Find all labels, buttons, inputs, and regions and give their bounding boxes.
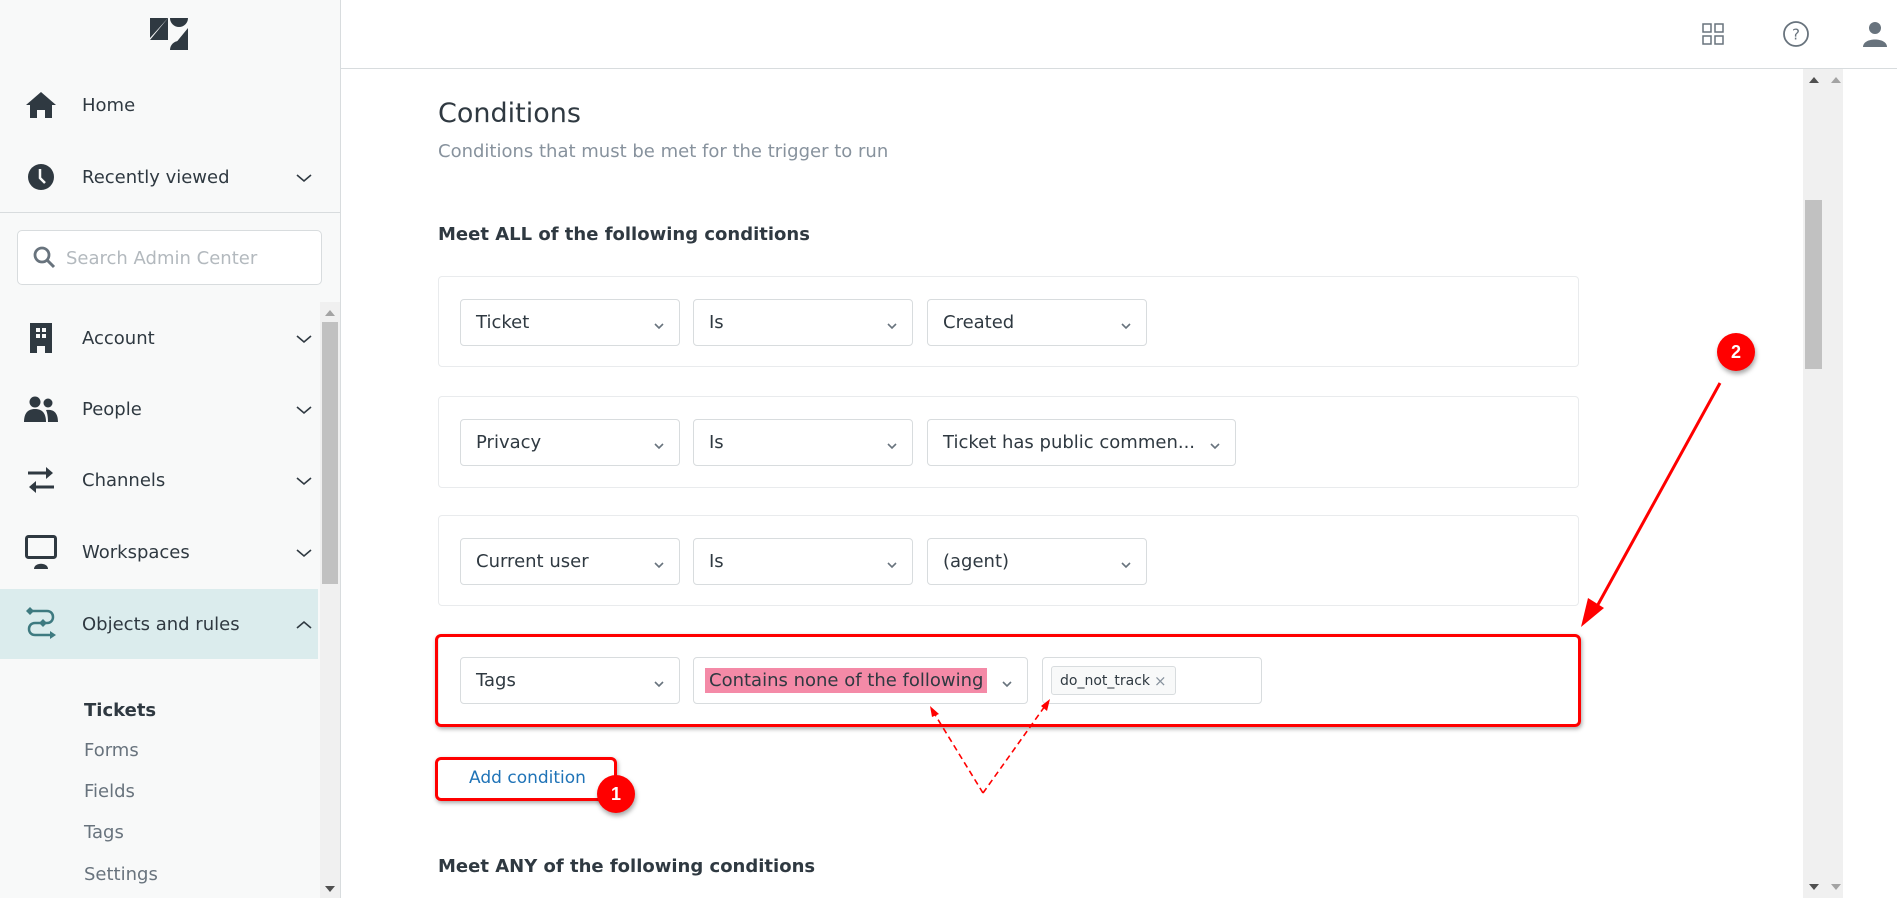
annotation-badge-2: 2 bbox=[1717, 333, 1755, 371]
chevron-down-icon bbox=[653, 317, 665, 330]
sidebar-subitem-forms[interactable]: Forms bbox=[84, 740, 139, 761]
monitor-icon bbox=[24, 535, 58, 569]
sidebar-item-people[interactable]: People bbox=[0, 374, 318, 444]
search-icon bbox=[32, 245, 56, 273]
svg-text:?: ? bbox=[1792, 26, 1800, 44]
select-value: Current user bbox=[476, 551, 589, 572]
sidebar-scrollbar[interactable] bbox=[320, 302, 340, 898]
sidebar: Home Recently viewed Account People bbox=[0, 0, 341, 898]
chevron-down-icon bbox=[296, 402, 312, 416]
scroll-down-arrow[interactable] bbox=[325, 886, 335, 892]
condition-row: Ticket Is Created bbox=[438, 276, 1579, 367]
building-icon bbox=[24, 321, 58, 355]
condition-field-select[interactable]: Current user bbox=[460, 538, 680, 585]
condition-row: Current user Is (agent) bbox=[438, 515, 1579, 606]
chevron-up-icon bbox=[296, 617, 312, 631]
scrollbar-thumb[interactable] bbox=[1805, 200, 1822, 369]
page-subtitle: Conditions that must be met for the trig… bbox=[438, 141, 889, 162]
arrows-swap-icon bbox=[24, 463, 58, 497]
condition-row: Privacy Is Ticket has public commen... bbox=[438, 396, 1579, 488]
sidebar-item-label: Objects and rules bbox=[82, 613, 240, 635]
select-value: Is bbox=[709, 312, 724, 333]
sidebar-item-label: Account bbox=[82, 327, 155, 349]
chevron-down-icon bbox=[886, 556, 898, 569]
search-box[interactable] bbox=[17, 230, 322, 285]
sidebar-item-label: Workspaces bbox=[82, 541, 190, 563]
condition-value-select[interactable]: (agent) bbox=[927, 538, 1147, 585]
sidebar-item-label: Home bbox=[82, 94, 136, 116]
condition-operator-select[interactable]: Is bbox=[693, 419, 913, 466]
sidebar-subitem-settings[interactable]: Settings bbox=[84, 864, 158, 885]
scroll-up-arrow[interactable] bbox=[1809, 77, 1819, 83]
products-grid-icon[interactable] bbox=[1697, 18, 1729, 50]
select-value: (agent) bbox=[943, 551, 1010, 572]
page-title: Conditions bbox=[438, 98, 581, 129]
sidebar-item-label: Channels bbox=[82, 469, 166, 491]
select-value: Is bbox=[709, 551, 724, 572]
divider bbox=[0, 212, 341, 213]
arrow-to-tags-row bbox=[1581, 382, 1722, 627]
select-value: Ticket has public commen... bbox=[943, 432, 1196, 453]
chevron-down-icon bbox=[296, 170, 312, 184]
scroll-down-arrow[interactable] bbox=[1809, 884, 1819, 890]
top-bar: ? bbox=[341, 0, 1897, 69]
chevron-down-icon bbox=[1209, 437, 1221, 450]
chevron-down-icon bbox=[886, 317, 898, 330]
annotation-box-tags-row bbox=[435, 634, 1581, 727]
condition-value-select[interactable]: Ticket has public commen... bbox=[927, 419, 1236, 466]
sidebar-item-channels[interactable]: Channels bbox=[0, 445, 318, 515]
scroll-down-arrow-secondary[interactable] bbox=[1831, 884, 1841, 890]
sidebar-subitem-tags[interactable]: Tags bbox=[84, 822, 124, 843]
zendesk-logo[interactable] bbox=[150, 18, 188, 50]
sidebar-subitem-tickets[interactable]: Tickets bbox=[84, 700, 156, 721]
sidebar-item-recently-viewed[interactable]: Recently viewed bbox=[0, 142, 318, 212]
chevron-down-icon bbox=[296, 331, 312, 345]
search-input[interactable] bbox=[66, 243, 311, 273]
sidebar-item-home[interactable]: Home bbox=[0, 70, 318, 140]
condition-field-select[interactable]: Ticket bbox=[460, 299, 680, 346]
home-icon bbox=[24, 88, 58, 122]
chevron-down-icon bbox=[886, 437, 898, 450]
condition-field-select[interactable]: Privacy bbox=[460, 419, 680, 466]
help-icon[interactable]: ? bbox=[1780, 18, 1812, 50]
scroll-up-arrow-secondary[interactable] bbox=[1831, 77, 1841, 83]
chevron-down-icon bbox=[653, 556, 665, 569]
select-value: Ticket bbox=[476, 312, 530, 333]
select-value: Is bbox=[709, 432, 724, 453]
sidebar-item-account[interactable]: Account bbox=[0, 303, 318, 373]
select-value: Privacy bbox=[476, 432, 542, 453]
sidebar-subitem-fields[interactable]: Fields bbox=[84, 781, 135, 802]
people-icon bbox=[24, 392, 58, 426]
condition-value-select[interactable]: Created bbox=[927, 299, 1147, 346]
scroll-up-arrow[interactable] bbox=[325, 310, 335, 316]
all-conditions-heading: Meet ALL of the following conditions bbox=[438, 224, 810, 245]
any-conditions-heading: Meet ANY of the following conditions bbox=[438, 856, 816, 877]
condition-operator-select[interactable]: Is bbox=[693, 538, 913, 585]
annotation-box-add-condition bbox=[435, 757, 617, 801]
sidebar-item-label: People bbox=[82, 398, 142, 420]
chevron-down-icon bbox=[296, 473, 312, 487]
sidebar-item-workspaces[interactable]: Workspaces bbox=[0, 517, 318, 587]
chevron-down-icon bbox=[653, 437, 665, 450]
sidebar-item-label: Recently viewed bbox=[82, 166, 230, 188]
objects-rules-icon bbox=[24, 607, 58, 641]
scrollbar-thumb[interactable] bbox=[322, 322, 338, 584]
condition-operator-select[interactable]: Is bbox=[693, 299, 913, 346]
annotation-badge-1: 1 bbox=[597, 775, 635, 813]
sidebar-item-objects-and-rules[interactable]: Objects and rules bbox=[0, 589, 318, 659]
clock-icon bbox=[24, 160, 58, 194]
chevron-down-icon bbox=[1120, 556, 1132, 569]
user-profile-icon[interactable] bbox=[1859, 18, 1891, 50]
main-scrollbar[interactable] bbox=[1803, 69, 1843, 898]
chevron-down-icon bbox=[296, 545, 312, 559]
chevron-down-icon bbox=[1120, 317, 1132, 330]
select-value: Created bbox=[943, 312, 1015, 333]
